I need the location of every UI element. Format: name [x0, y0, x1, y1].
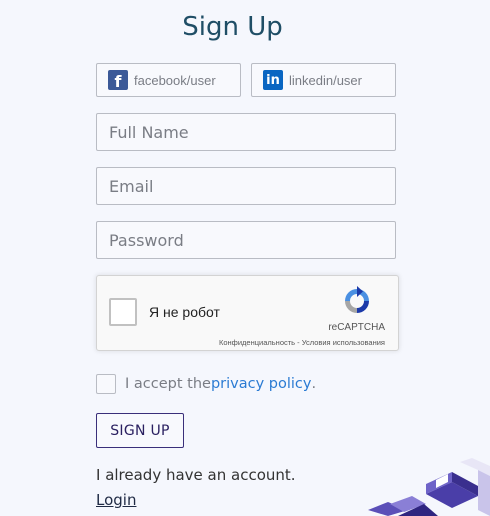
linkedin-icon: in	[263, 70, 283, 90]
facebook-label: facebook/user	[134, 72, 216, 88]
password-input[interactable]	[96, 221, 396, 259]
email-input[interactable]	[96, 167, 396, 205]
privacy-agreement: I accept the privacy policy .	[96, 374, 316, 394]
privacy-suffix: .	[311, 376, 317, 392]
recaptcha-widget: Я не робот reCAPTCHA Конфиденциальность …	[96, 275, 399, 351]
signup-button[interactable]: SIGN UP	[96, 413, 184, 448]
recaptcha-checkbox[interactable]	[109, 298, 137, 326]
recaptcha-icon	[345, 286, 369, 313]
page-title: Sign Up	[182, 12, 283, 42]
privacy-checkbox[interactable]	[96, 374, 116, 394]
facebook-button[interactable]: f facebook/user	[96, 63, 241, 97]
recaptcha-label: Я не робот	[149, 304, 220, 320]
full-name-input[interactable]	[96, 113, 396, 151]
decorative-illustration	[368, 458, 490, 516]
linkedin-button[interactable]: in linkedin/user	[251, 63, 396, 97]
recaptcha-brand: reCAPTCHA	[328, 322, 385, 333]
facebook-icon: f	[108, 70, 128, 91]
already-account-text: I already have an account.	[96, 466, 296, 484]
privacy-text: I accept the	[125, 376, 211, 392]
recaptcha-terms[interactable]: Конфиденциальность - Условия использован…	[219, 338, 385, 347]
privacy-policy-link[interactable]: privacy policy	[211, 376, 312, 392]
linkedin-label: linkedin/user	[289, 72, 362, 88]
login-link[interactable]: Login	[96, 491, 136, 509]
